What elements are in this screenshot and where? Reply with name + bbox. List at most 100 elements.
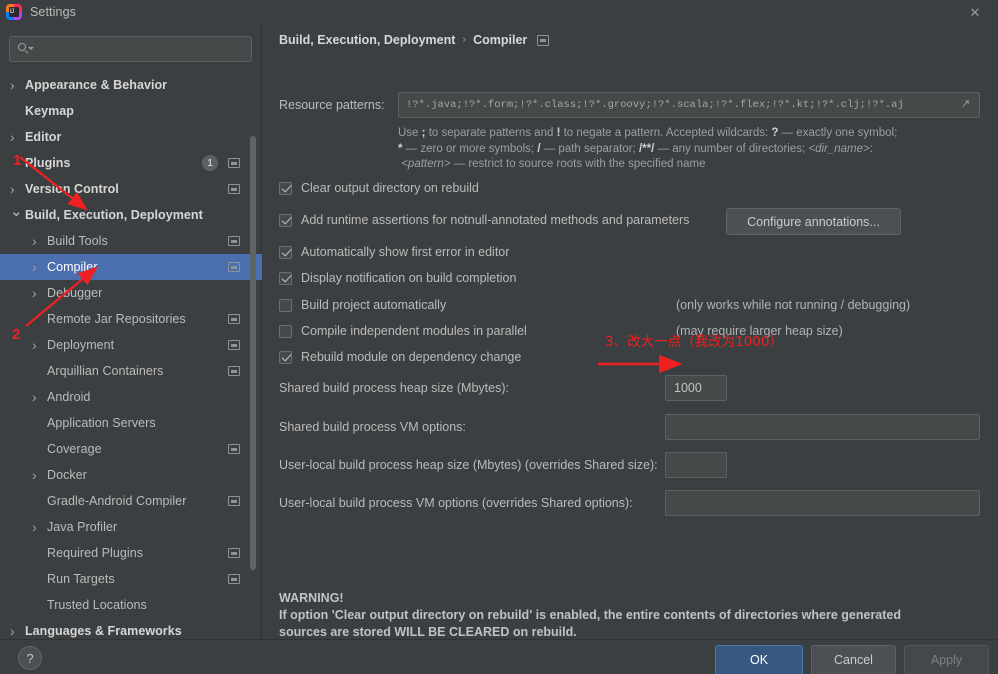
sidebar-item-debugger[interactable]: › Debugger: [0, 280, 262, 306]
shared-vm-options-input[interactable]: [665, 414, 980, 440]
chevron-right-icon[interactable]: ›: [32, 520, 47, 534]
checkbox-clear-output-directory-on-rebuild[interactable]: Clear output directory on rebuild: [279, 181, 479, 195]
sidebar-item-label: Deployment: [47, 338, 115, 352]
sidebar-item-label: Build Tools: [47, 234, 108, 248]
sidebar-item-remote-jar-repositories[interactable]: Remote Jar Repositories: [0, 306, 262, 332]
search-field-wrapper[interactable]: [9, 36, 252, 62]
breadcrumb: Build, Execution, Deployment › Compiler: [279, 33, 550, 47]
checkbox-checked-icon[interactable]: [279, 245, 292, 259]
sidebar-item-build-tools[interactable]: › Build Tools: [0, 228, 262, 254]
sidebar-item-coverage[interactable]: Coverage: [0, 436, 262, 462]
apply-button[interactable]: Apply: [904, 645, 989, 674]
chevron-right-icon[interactable]: ›: [32, 286, 47, 300]
sidebar-item-languages-frameworks[interactable]: › Languages & Frameworks: [0, 618, 262, 639]
settings-sidebar: › Appearance & Behavior Keymap › Editor Plugi…: [0, 24, 262, 639]
checkbox-rebuild-module-on-dependency-change[interactable]: Rebuild module on dependency change: [279, 350, 521, 364]
close-icon[interactable]: ✕: [952, 0, 998, 24]
sidebar-item-gradle-android-compiler[interactable]: Gradle-Android Compiler: [0, 488, 262, 514]
userlocal-heap-size-label: User-local build process heap size (Mbyt…: [279, 458, 658, 472]
sidebar-item-java-profiler[interactable]: › Java Profiler: [0, 514, 262, 540]
breadcrumb-separator: ›: [462, 34, 467, 46]
checkbox-label: Clear output directory on rebuild: [301, 181, 479, 195]
chevron-down-icon[interactable]: ⌄: [10, 204, 25, 219]
shared-heap-size-value: 1000: [674, 381, 702, 395]
chevron-right-icon[interactable]: ›: [10, 78, 25, 92]
sidebar-item-arquillian-containers[interactable]: Arquillian Containers: [0, 358, 262, 384]
project-scope-icon: [228, 444, 240, 454]
sidebar-item-label: Keymap: [25, 104, 74, 118]
help-text: — zero or more symbols;: [402, 142, 538, 155]
sidebar-item-build-execution-deployment[interactable]: ⌄ Build, Execution, Deployment: [0, 202, 262, 228]
checkbox-label: Add runtime assertions for notnull-annot…: [301, 213, 690, 227]
sidebar-item-label: Debugger: [47, 286, 103, 300]
checkbox-add-runtime-assertions-for-notnull-annotated-methods-and-parameters[interactable]: Add runtime assertions for notnull-annot…: [279, 213, 689, 227]
chevron-right-icon[interactable]: ›: [10, 624, 25, 638]
sidebar-item-required-plugins[interactable]: Required Plugins: [0, 540, 262, 566]
project-scope-icon: [228, 314, 240, 324]
sidebar-item-label: Docker: [47, 468, 87, 482]
checkbox-checked-icon[interactable]: [279, 181, 292, 195]
configure-annotations-button[interactable]: Configure annotations...: [726, 208, 901, 235]
shared-vm-options-label: Shared build process VM options:: [279, 420, 466, 434]
checkbox-label: Automatically show first error in editor: [301, 245, 510, 259]
sidebar-item-deployment[interactable]: › Deployment: [0, 332, 262, 358]
checkbox-automatically-show-first-error-in-editor[interactable]: Automatically show first error in editor: [279, 245, 509, 259]
breadcrumb-root[interactable]: Build, Execution, Deployment: [279, 33, 455, 47]
sidebar-item-docker[interactable]: › Docker: [0, 462, 262, 488]
project-scope-icon: [228, 496, 240, 506]
checkbox-build-project-automatically[interactable]: Build project automatically: [279, 298, 446, 312]
resource-patterns-help: Use ; to separate patterns and ! to nega…: [398, 126, 998, 173]
checkbox-checked-icon[interactable]: [279, 213, 292, 227]
chevron-right-icon[interactable]: ›: [32, 260, 47, 274]
cancel-button[interactable]: Cancel: [811, 645, 896, 674]
shared-heap-size-input[interactable]: 1000: [665, 375, 727, 401]
project-scope-icon: [228, 340, 240, 350]
chevron-right-icon[interactable]: ›: [32, 338, 47, 352]
search-input[interactable]: [9, 36, 252, 62]
resource-patterns-input[interactable]: !?*.java;!?*.form;!?*.class;!?*.groovy;!…: [398, 92, 980, 118]
compiler-settings-panel: Build, Execution, Deployment › Compiler …: [263, 24, 998, 639]
checkbox-compile-independent-modules-in-parallel[interactable]: Compile independent modules in parallel: [279, 324, 527, 338]
expand-icon[interactable]: ↗: [961, 100, 972, 111]
userlocal-vm-options-label: User-local build process VM options (ove…: [279, 496, 633, 510]
checkbox-checked-icon[interactable]: [279, 271, 292, 285]
sidebar-item-run-targets[interactable]: Run Targets: [0, 566, 262, 592]
checkbox-checked-icon[interactable]: [279, 350, 292, 364]
project-scope-icon: [228, 574, 240, 584]
chevron-right-icon[interactable]: ›: [32, 390, 47, 404]
help-token-pattern: <pattern>: [401, 158, 451, 170]
sidebar-item-trusted-locations[interactable]: Trusted Locations: [0, 592, 262, 618]
chevron-right-icon[interactable]: ›: [10, 182, 25, 196]
sidebar-item-keymap[interactable]: Keymap: [0, 98, 262, 124]
sidebar-item-label: Required Plugins: [47, 546, 143, 560]
help-text: — exactly one symbol;: [778, 127, 898, 139]
userlocal-heap-size-input[interactable]: [665, 452, 727, 478]
checkbox-display-notification-on-build-completion[interactable]: Display notification on build completion: [279, 271, 516, 285]
chevron-right-icon[interactable]: ›: [32, 468, 47, 482]
help-button[interactable]: ?: [18, 646, 42, 670]
sidebar-item-editor[interactable]: › Editor: [0, 124, 262, 150]
userlocal-vm-options-input[interactable]: [665, 490, 980, 516]
checkbox-label: Rebuild module on dependency change: [301, 350, 522, 364]
chevron-right-icon[interactable]: ›: [32, 234, 47, 248]
checkbox-unchecked-icon[interactable]: [279, 324, 292, 338]
sidebar-item-label: Compiler: [47, 260, 98, 274]
sidebar-item-application-servers[interactable]: Application Servers: [0, 410, 262, 436]
sidebar-item-label: Java Profiler: [47, 520, 118, 534]
sidebar-item-appearance-behavior[interactable]: › Appearance & Behavior: [0, 72, 262, 98]
sidebar-item-compiler[interactable]: › Compiler: [0, 254, 262, 280]
help-text: to negate a pattern. Accepted wildcards:: [560, 127, 772, 139]
chevron-right-icon[interactable]: ›: [10, 130, 25, 144]
sidebar-item-label: Android: [47, 390, 91, 404]
ok-button[interactable]: OK: [715, 645, 803, 674]
sidebar-item-label: Arquillian Containers: [47, 364, 164, 378]
sidebar-item-android[interactable]: › Android: [0, 384, 262, 410]
project-scope-icon: [228, 262, 240, 272]
checkbox-unchecked-icon[interactable]: [279, 298, 292, 312]
help-text: to separate patterns and: [425, 127, 557, 139]
sidebar-item-plugins[interactable]: Plugins 1: [0, 150, 262, 176]
settings-tree[interactable]: › Appearance & Behavior Keymap › Editor Plugi…: [0, 72, 262, 639]
sidebar-scrollbar[interactable]: [250, 136, 256, 570]
help-text: :: [869, 142, 873, 155]
sidebar-item-version-control[interactable]: › Version Control: [0, 176, 262, 202]
